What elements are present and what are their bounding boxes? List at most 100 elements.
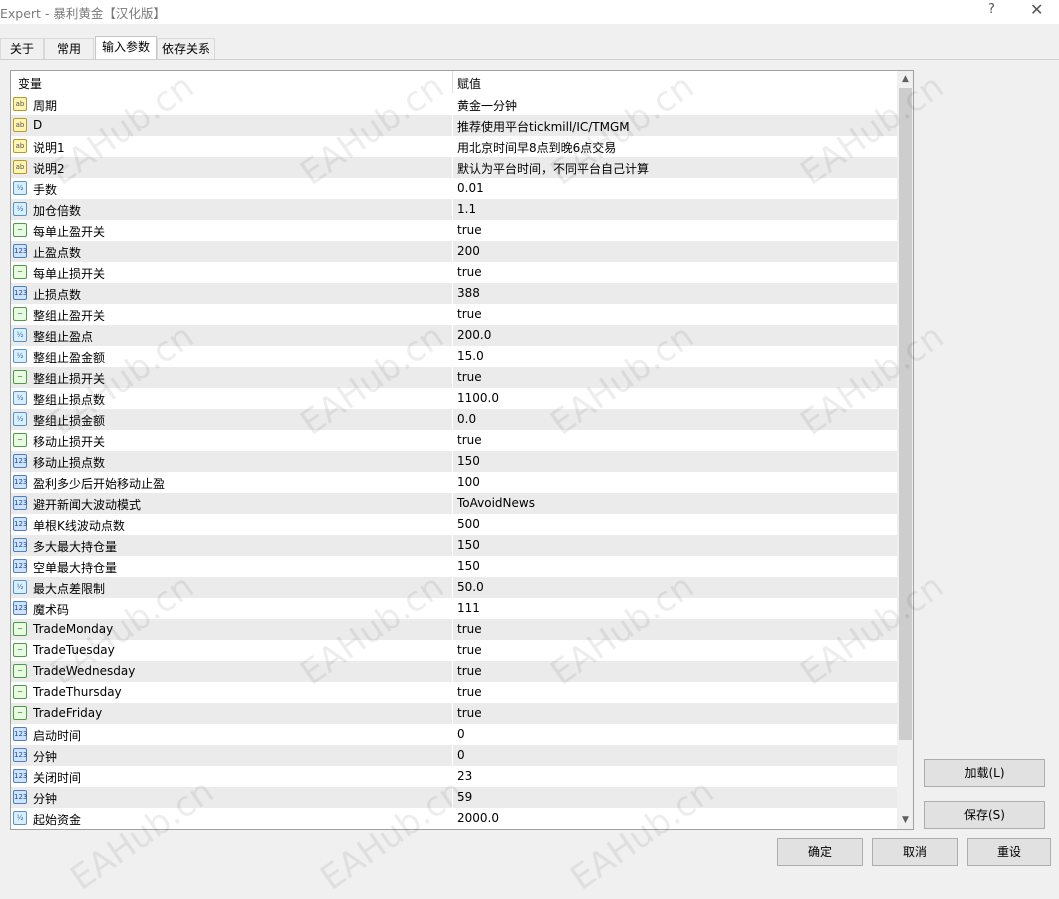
cell-divider — [452, 157, 453, 178]
table-row[interactable]: ½ 整组止损点数 1100.0 — [11, 388, 897, 409]
table-row[interactable]: 123 盈利多少后开始移动止盈 100 — [11, 472, 897, 493]
tab-dependencies[interactable]: 依存关系 — [157, 38, 215, 59]
parameter-name: 加仓倍数 — [33, 204, 82, 218]
parameter-value[interactable]: 150 — [457, 454, 480, 468]
table-row[interactable]: ½ 整组止盈点 200.0 — [11, 325, 897, 346]
parameter-value[interactable]: ToAvoidNews — [457, 496, 535, 510]
cell-divider — [452, 724, 453, 745]
scroll-down-icon[interactable]: ▼ — [897, 812, 913, 829]
parameter-value[interactable]: 388 — [457, 286, 480, 300]
table-row[interactable]: ab D 推荐使用平台tickmill/IC/TMGM — [11, 115, 897, 136]
parameter-value[interactable]: 200.0 — [457, 328, 491, 342]
parameter-value[interactable]: 200 — [457, 244, 480, 258]
table-row[interactable]: ½ 最大点差限制 50.0 — [11, 577, 897, 598]
table-row[interactable]: 123 单根K线波动点数 500 — [11, 514, 897, 535]
parameter-value[interactable]: 150 — [457, 538, 480, 552]
tab-inputs[interactable]: 输入参数 — [95, 36, 157, 60]
parameter-value[interactable]: true — [457, 370, 482, 384]
parameter-value[interactable]: 2000.0 — [457, 811, 499, 825]
table-row[interactable]: ½ 起始资金 2000.0 — [11, 808, 897, 829]
table-row[interactable]: ~ 整组止盈开关 true — [11, 304, 897, 325]
parameter-value[interactable]: 23 — [457, 769, 472, 783]
table-row[interactable]: ~ 每单止损开关 true — [11, 262, 897, 283]
table-row[interactable]: ~ TradeTuesday true — [11, 640, 897, 661]
table-row[interactable]: 123 止损点数 388 — [11, 283, 897, 304]
integer-type-icon: 123 — [13, 559, 27, 573]
parameter-value[interactable]: 1100.0 — [457, 391, 499, 405]
table-row[interactable]: ~ TradeMonday true — [11, 619, 897, 640]
column-header-value[interactable]: 赋值 — [457, 75, 481, 92]
parameter-value[interactable]: 1.1 — [457, 202, 476, 216]
cell-divider — [452, 262, 453, 283]
table-row[interactable]: 123 启动时间 0 — [11, 724, 897, 745]
bool-type-icon: ~ — [13, 370, 27, 384]
bool-type-icon: ~ — [13, 643, 27, 657]
cell-divider — [452, 325, 453, 346]
cell-divider — [452, 556, 453, 577]
parameter-value[interactable]: true — [457, 307, 482, 321]
ok-button[interactable]: 确定 — [777, 838, 863, 866]
table-row[interactable]: 123 关闭时间 23 — [11, 766, 897, 787]
reset-button[interactable]: 重设 — [967, 838, 1051, 866]
help-icon[interactable]: ? — [988, 2, 995, 17]
table-row[interactable]: ab 说明2 默认为平台时间，不同平台自己计算 — [11, 157, 897, 178]
column-divider[interactable] — [452, 71, 453, 93]
table-row[interactable]: 123 移动止损点数 150 — [11, 451, 897, 472]
parameter-value[interactable]: 59 — [457, 790, 472, 804]
load-button[interactable]: 加载(L) — [924, 759, 1045, 787]
table-row[interactable]: 123 止盈点数 200 — [11, 241, 897, 262]
parameter-value[interactable]: true — [457, 223, 482, 237]
table-row[interactable]: 123 多大最大持仓量 150 — [11, 535, 897, 556]
parameter-value[interactable]: true — [457, 622, 482, 636]
parameter-value[interactable]: true — [457, 664, 482, 678]
table-row[interactable]: ½ 加仓倍数 1.1 — [11, 199, 897, 220]
table-row[interactable]: ~ 移动止损开关 true — [11, 430, 897, 451]
parameter-value[interactable]: 黄金一分钟 — [457, 97, 517, 114]
parameter-value[interactable]: 0 — [457, 727, 465, 741]
cancel-button[interactable]: 取消 — [872, 838, 958, 866]
cell-divider — [452, 682, 453, 703]
parameter-value[interactable]: 111 — [457, 601, 480, 615]
parameter-value[interactable]: true — [457, 706, 482, 720]
column-header-variable[interactable]: 变量 — [18, 75, 42, 92]
parameter-value[interactable]: 0 — [457, 748, 465, 762]
tab-about[interactable]: 关于 — [0, 38, 44, 59]
scroll-up-icon[interactable]: ▲ — [897, 71, 913, 88]
parameter-value[interactable]: 15.0 — [457, 349, 484, 363]
table-row[interactable]: ½ 手数 0.01 — [11, 178, 897, 199]
table-row[interactable]: 123 避开新闻大波动模式 ToAvoidNews — [11, 493, 897, 514]
table-row[interactable]: ½ 整组止盈金额 15.0 — [11, 346, 897, 367]
parameter-value[interactable]: 用北京时间早8点到晚6点交易 — [457, 139, 616, 156]
table-row[interactable]: ~ 每单止盈开关 true — [11, 220, 897, 241]
save-button[interactable]: 保存(S) — [924, 801, 1045, 829]
table-row[interactable]: ~ TradeWednesday true — [11, 661, 897, 682]
parameter-value[interactable]: 50.0 — [457, 580, 484, 594]
parameter-value[interactable]: true — [457, 433, 482, 447]
parameter-value[interactable]: true — [457, 685, 482, 699]
table-row[interactable]: ~ TradeFriday true — [11, 703, 897, 724]
table-row[interactable]: ~ TradeThursday true — [11, 682, 897, 703]
parameter-value[interactable]: 0.0 — [457, 412, 476, 426]
table-row[interactable]: ab 周期 黄金一分钟 — [11, 94, 897, 115]
cell-divider — [452, 304, 453, 325]
table-row[interactable]: ½ 整组止损金额 0.0 — [11, 409, 897, 430]
parameter-name: 魔术码 — [33, 603, 70, 617]
table-row[interactable]: ab 说明1 用北京时间早8点到晚6点交易 — [11, 136, 897, 157]
table-row[interactable]: 123 分钟 59 — [11, 787, 897, 808]
vertical-scrollbar[interactable]: ▲ ▼ — [897, 71, 913, 829]
parameter-value[interactable]: 推荐使用平台tickmill/IC/TMGM — [457, 118, 630, 135]
tab-common[interactable]: 常用 — [44, 38, 94, 59]
scroll-thumb[interactable] — [899, 88, 912, 740]
table-row[interactable]: 123 魔术码 111 — [11, 598, 897, 619]
close-icon[interactable]: ✕ — [1030, 0, 1043, 19]
parameter-value[interactable]: true — [457, 265, 482, 279]
parameter-value[interactable]: 0.01 — [457, 181, 484, 195]
parameter-value[interactable]: true — [457, 643, 482, 657]
table-row[interactable]: 123 分钟 0 — [11, 745, 897, 766]
table-row[interactable]: 123 空单最大持仓量 150 — [11, 556, 897, 577]
table-row[interactable]: ~ 整组止损开关 true — [11, 367, 897, 388]
parameter-value[interactable]: 100 — [457, 475, 480, 489]
parameter-value[interactable]: 500 — [457, 517, 480, 531]
parameter-value[interactable]: 默认为平台时间，不同平台自己计算 — [457, 160, 649, 177]
parameter-value[interactable]: 150 — [457, 559, 480, 573]
